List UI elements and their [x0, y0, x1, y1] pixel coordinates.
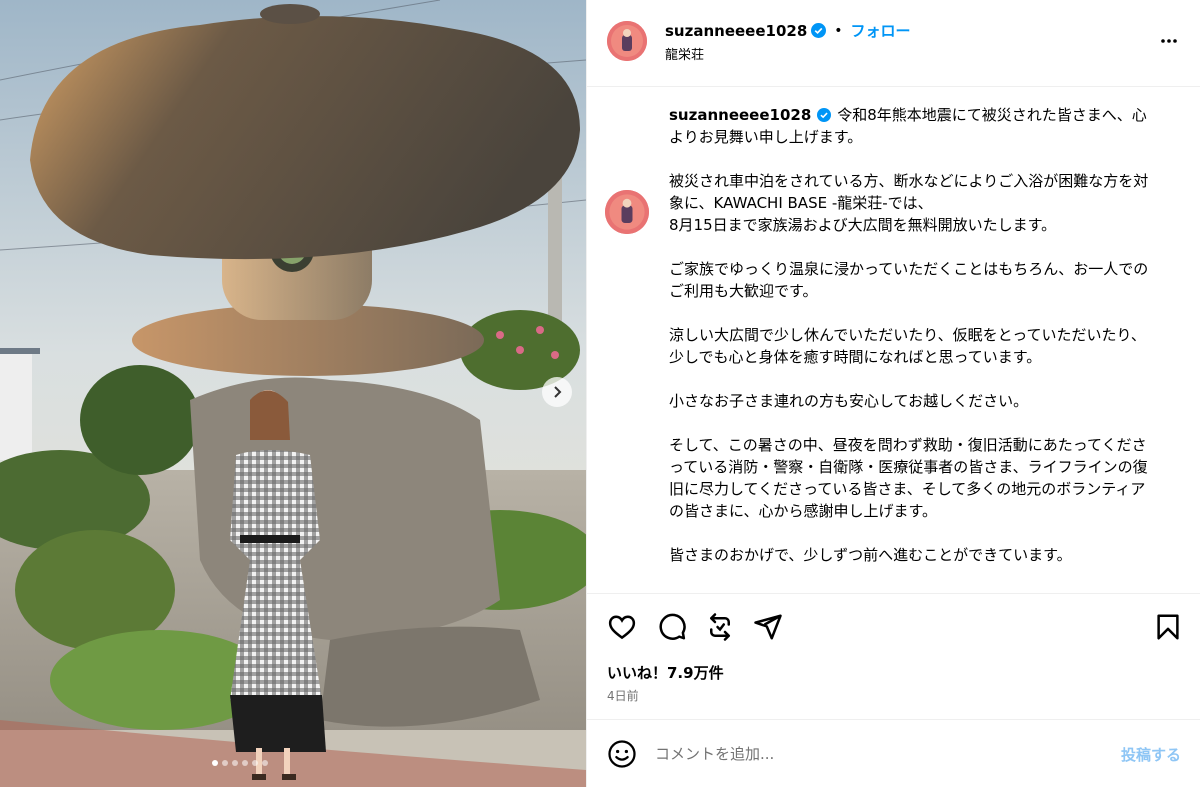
- carousel-next-button[interactable]: [542, 377, 572, 407]
- caption-paragraph: そして、この暑さの中、昼夜を問わず救助・復旧活動にあたってくださっている消防・警…: [669, 436, 1148, 520]
- carousel-indicator: [212, 760, 268, 766]
- emoji-icon[interactable]: [607, 739, 637, 769]
- repost-icon[interactable]: [705, 612, 735, 642]
- caption-paragraph: suzanneeee1028 令和8年熊本地震にて被災された皆さまへ、心よりお見舞…: [669, 106, 1147, 146]
- caption-username[interactable]: suzanneeee1028: [669, 106, 811, 124]
- post-side-panel: suzanneeee1028 • フォロー 龍栄荘 suzanneeee1028…: [586, 0, 1200, 787]
- share-icon[interactable]: [753, 612, 783, 642]
- like-count[interactable]: いいね！7.9万件: [607, 662, 724, 683]
- carousel-dot: [252, 760, 258, 766]
- carousel-dot: [212, 760, 218, 766]
- chevron-right-icon: [554, 386, 562, 398]
- caption-paragraph: 被災され車中泊をされている方、断水などによりご入浴が困難な方を対象に、KAWAC…: [669, 172, 1149, 234]
- avatar[interactable]: [607, 21, 647, 61]
- verified-badge-icon: [811, 23, 827, 38]
- caption-avatar[interactable]: [605, 190, 649, 234]
- caption-text: suzanneeee1028 令和8年熊本地震にて被災された皆さまへ、心よりお見舞…: [669, 104, 1149, 566]
- post-timestamp[interactable]: 4日前: [607, 687, 639, 704]
- post-header: suzanneeee1028 • フォロー 龍栄荘: [587, 0, 1200, 87]
- caption-paragraph: 皆さまのおかげで、少しずつ前へ進むことができています。: [669, 546, 1072, 564]
- comment-icon[interactable]: [657, 612, 687, 642]
- username-link[interactable]: suzanneeee1028: [665, 22, 807, 40]
- caption-paragraph: 小さなお子さま連れの方も安心してお越しください。: [669, 392, 1029, 410]
- follow-button[interactable]: フォロー: [851, 20, 911, 41]
- verified-badge-icon: [817, 108, 832, 122]
- comment-bar: 投稿する: [587, 719, 1200, 787]
- carousel-dot: [262, 760, 268, 766]
- bookmark-icon[interactable]: [1153, 612, 1183, 642]
- caption-area: suzanneeee1028 令和8年熊本地震にて被災された皆さまへ、心よりお見舞…: [587, 88, 1200, 593]
- location-link[interactable]: 龍栄荘: [665, 44, 704, 63]
- caption-paragraph: 涼しい大広間で少し休んでいただいたり、仮眠をとっていただいたり、少しでも心と身体…: [669, 326, 1146, 366]
- action-bar: いいね！7.9万件 4日前: [587, 593, 1200, 713]
- separator-bullet: •: [834, 22, 843, 39]
- caption-paragraph: ご家族でゆっくり温泉に浸かっていただくことはもちろん、お一人でのご利用も大歓迎で…: [669, 260, 1149, 300]
- heart-icon[interactable]: [607, 612, 637, 642]
- photo-scene: [0, 0, 586, 787]
- post-photo[interactable]: [0, 0, 586, 787]
- comment-input[interactable]: [655, 742, 1075, 766]
- carousel-dot: [242, 760, 248, 766]
- more-options-icon[interactable]: [1157, 34, 1181, 48]
- carousel-dot: [222, 760, 228, 766]
- carousel-dot: [232, 760, 238, 766]
- post-comment-button[interactable]: 投稿する: [1121, 744, 1181, 765]
